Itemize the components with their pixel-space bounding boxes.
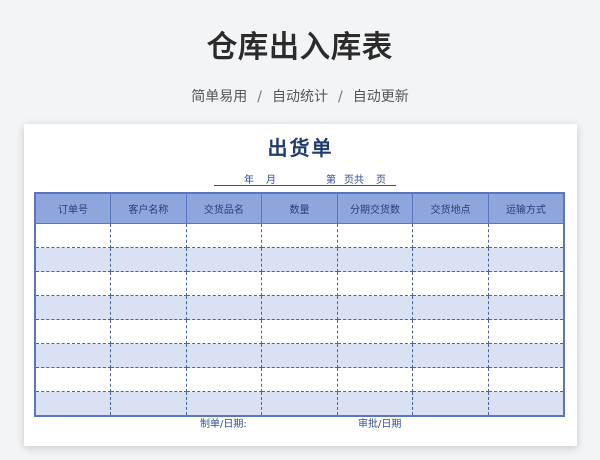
- table-cell[interactable]: [336, 295, 414, 320]
- shipping-table: 订单号 客户名称 交货品名 数量 分期交货数 交货地点 运输方式: [34, 192, 565, 417]
- table-cell[interactable]: [487, 343, 565, 368]
- date-page-line[interactable]: 年 月 第 页共 页: [214, 171, 396, 186]
- table-row: [34, 223, 565, 248]
- table-cell[interactable]: [412, 223, 489, 248]
- feature-auto-update: 自动更新: [352, 89, 409, 105]
- table-cell[interactable]: [110, 319, 187, 344]
- shipping-sheet: 出货单 年 月 第 页共 页 订单号 客户名称 交货品名 数量 分期交货数 交货…: [24, 124, 577, 446]
- table-cell[interactable]: [34, 271, 112, 296]
- column-header: 客户名称: [110, 192, 187, 224]
- table-cell[interactable]: [34, 391, 112, 417]
- table-cell[interactable]: [34, 343, 112, 368]
- table-cell[interactable]: [261, 319, 338, 344]
- table-cell[interactable]: [110, 391, 187, 417]
- maker-date-label: 制单/日期:: [200, 419, 247, 430]
- table-cell[interactable]: [110, 223, 187, 248]
- year-label: 年: [244, 175, 254, 186]
- column-header: 数量: [261, 192, 338, 224]
- table-cell[interactable]: [185, 319, 263, 344]
- table-row: [34, 367, 565, 392]
- table-cell[interactable]: [336, 247, 414, 272]
- month-label: 月: [266, 175, 276, 186]
- table-cell[interactable]: [336, 391, 414, 417]
- column-header: 交货品名: [185, 192, 263, 224]
- table-cell[interactable]: [261, 271, 338, 296]
- table-cell[interactable]: [261, 295, 338, 320]
- table-cell[interactable]: [412, 271, 489, 296]
- table-cell[interactable]: [487, 271, 565, 296]
- table-cell[interactable]: [336, 367, 414, 392]
- table-cell[interactable]: [185, 223, 263, 248]
- sheet-title: 出货单: [267, 136, 334, 160]
- column-header: 分期交货数: [336, 192, 414, 224]
- column-header: 订单号: [34, 192, 112, 224]
- page-prefix-label: 第: [326, 175, 336, 186]
- table-row: [34, 295, 565, 320]
- table-cell[interactable]: [487, 223, 565, 248]
- table-cell[interactable]: [185, 271, 263, 296]
- table-cell[interactable]: [487, 367, 565, 392]
- column-header: 运输方式: [487, 192, 565, 224]
- table-cell[interactable]: [412, 319, 489, 344]
- reviewer-date-label: 审批/日期: [358, 419, 402, 430]
- table-cell[interactable]: [261, 391, 338, 417]
- table-cell[interactable]: [487, 319, 565, 344]
- table-cell[interactable]: [34, 295, 112, 320]
- table-row: [34, 247, 565, 272]
- feature-auto-stats: 自动统计: [272, 89, 328, 105]
- table-cell[interactable]: [336, 343, 414, 368]
- table-row: [34, 343, 565, 368]
- table-row: [34, 271, 565, 296]
- table-cell[interactable]: [34, 223, 112, 248]
- table-cell[interactable]: [336, 319, 414, 344]
- table-cell[interactable]: [487, 391, 565, 417]
- table-cell[interactable]: [412, 295, 489, 320]
- table-cell[interactable]: [110, 247, 187, 272]
- table-cell[interactable]: [261, 223, 338, 248]
- feature-tagline: 简单易用 / 自动统计 / 自动更新: [0, 86, 600, 106]
- table-cell[interactable]: [185, 247, 263, 272]
- page-total-label: 页共: [344, 175, 364, 186]
- table-cell[interactable]: [34, 319, 112, 344]
- table-cell[interactable]: [261, 247, 338, 272]
- table-cell[interactable]: [336, 223, 414, 248]
- table-cell[interactable]: [34, 247, 112, 272]
- table-cell[interactable]: [487, 247, 565, 272]
- table-cell[interactable]: [261, 343, 338, 368]
- table-cell[interactable]: [110, 343, 187, 368]
- table-cell[interactable]: [185, 343, 263, 368]
- table-cell[interactable]: [185, 295, 263, 320]
- table-cell[interactable]: [185, 367, 263, 392]
- separator: /: [257, 89, 262, 105]
- table-cell[interactable]: [412, 391, 489, 417]
- page-title: 仓库出入库表: [207, 30, 393, 65]
- table-cell[interactable]: [110, 367, 187, 392]
- table-row: [34, 391, 565, 417]
- table-cell[interactable]: [110, 295, 187, 320]
- column-header: 交货地点: [412, 192, 489, 224]
- table-cell[interactable]: [110, 271, 187, 296]
- table-row: [34, 319, 565, 344]
- feature-easy: 简单易用: [191, 89, 248, 105]
- table-cell[interactable]: [412, 343, 489, 368]
- page-suffix-label: 页: [376, 175, 386, 186]
- table-cell[interactable]: [261, 367, 338, 392]
- table-cell[interactable]: [34, 367, 112, 392]
- separator: /: [338, 89, 343, 105]
- table-cell[interactable]: [412, 367, 489, 392]
- table-header-row: 订单号 客户名称 交货品名 数量 分期交货数 交货地点 运输方式: [34, 192, 565, 224]
- table-cell[interactable]: [336, 271, 414, 296]
- table-cell[interactable]: [487, 295, 565, 320]
- table-cell[interactable]: [412, 247, 489, 272]
- table-cell[interactable]: [185, 391, 263, 417]
